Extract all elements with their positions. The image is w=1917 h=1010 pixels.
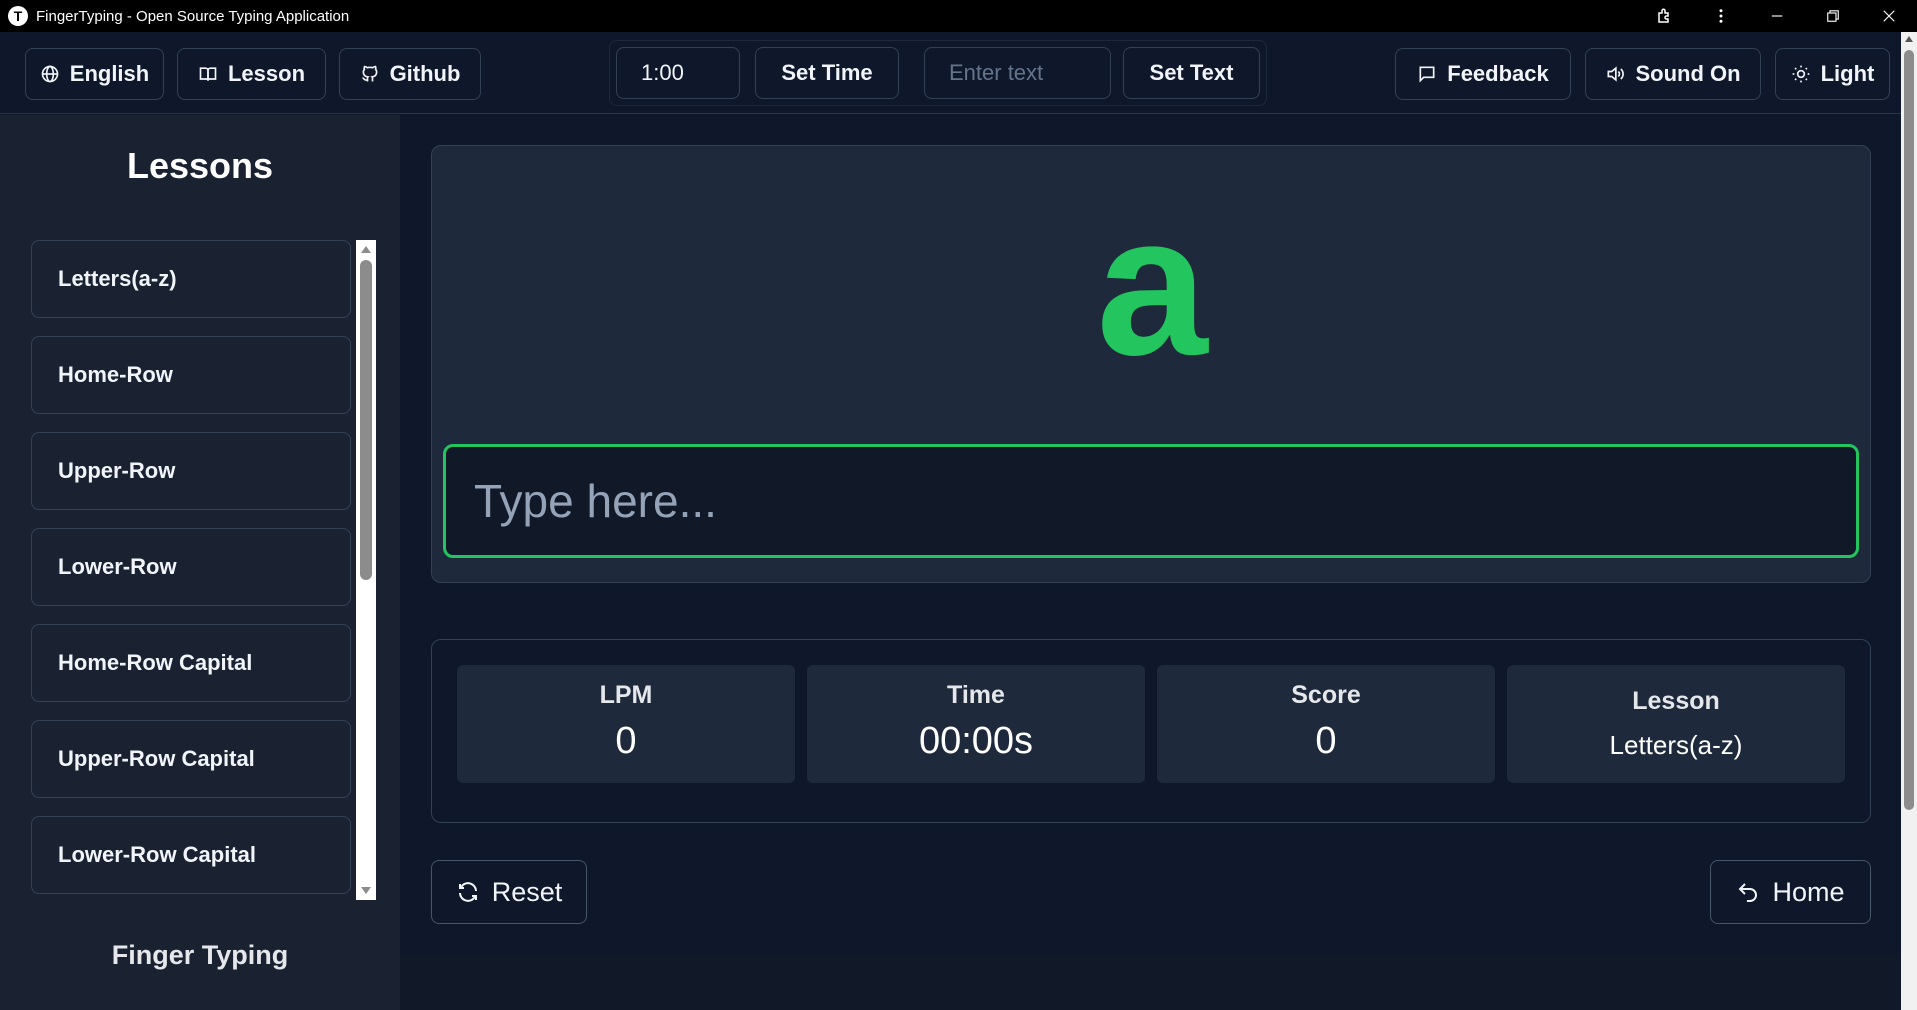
- sidebar-footer: Finger Typing: [111, 940, 289, 970]
- lesson-item-lower-row-capital[interactable]: Lower-Row Capital: [31, 816, 351, 894]
- refresh-icon: [458, 882, 477, 902]
- lesson-item-letters[interactable]: Letters(a-z): [31, 240, 351, 318]
- lesson-item-home-row-capital[interactable]: Home-Row Capital: [31, 624, 351, 702]
- github-icon: [361, 65, 378, 82]
- message-icon: [1419, 66, 1435, 83]
- lesson-list: Letters(a-z) Home-Row Upper-Row Lower-Ro…: [31, 240, 351, 900]
- custom-text-input[interactable]: Enter text: [924, 47, 1111, 99]
- globe-icon: [41, 65, 59, 83]
- set-text-button[interactable]: Set Text: [1123, 47, 1260, 99]
- scroll-up-arrow-icon[interactable]: [361, 246, 371, 253]
- stat-score-label: Score: [1291, 681, 1361, 709]
- stat-score-value: 0: [1315, 720, 1337, 762]
- app-logo-icon: T: [8, 6, 28, 26]
- sun-icon: [1792, 65, 1809, 83]
- scrollbar-thumb[interactable]: [360, 260, 372, 580]
- page-scrollbar-thumb[interactable]: [1904, 50, 1914, 810]
- lesson-item-upper-row-capital[interactable]: Upper-Row Capital: [31, 720, 351, 798]
- custom-settings-group: 1:00 Set Time Enter text Set Text: [609, 40, 1267, 106]
- sidebar-title: Lessons: [126, 145, 274, 186]
- bottom-strip: [400, 955, 1901, 1010]
- lessons-sidebar: Lessons Letters(a-z) Home-Row Upper-Row …: [0, 115, 400, 1010]
- set-time-label: Set Time: [781, 60, 873, 85]
- sound-label: Sound On: [1635, 61, 1741, 86]
- feedback-label: Feedback: [1447, 61, 1549, 86]
- stat-lesson-value: Letters(a-z): [1609, 730, 1743, 760]
- window-title: FingerTyping - Open Source Typing Applic…: [36, 7, 350, 25]
- book-icon: [199, 67, 217, 81]
- scroll-down-arrow-icon[interactable]: [361, 887, 371, 894]
- stat-lpm-label: LPM: [599, 681, 653, 709]
- language-button[interactable]: English: [25, 48, 164, 100]
- lesson-item-home-row[interactable]: Home-Row: [31, 336, 351, 414]
- time-input[interactable]: 1:00: [616, 47, 740, 99]
- close-icon[interactable]: [1861, 0, 1917, 32]
- return-arrow-icon: [1739, 883, 1758, 902]
- set-time-button[interactable]: Set Time: [755, 47, 899, 99]
- reset-button[interactable]: Reset: [431, 860, 587, 924]
- more-options-icon[interactable]: [1693, 0, 1749, 32]
- sound-toggle-button[interactable]: Sound On: [1585, 48, 1761, 100]
- lesson-item-upper-row[interactable]: Upper-Row: [31, 432, 351, 510]
- feedback-button[interactable]: Feedback: [1395, 48, 1571, 100]
- theme-label: Light: [1820, 61, 1875, 86]
- lesson-list-scrollbar[interactable]: [356, 240, 376, 900]
- github-label: Github: [389, 61, 461, 86]
- stat-lpm: LPM 0: [457, 665, 795, 783]
- page-scroll-up-icon[interactable]: [1905, 36, 1913, 42]
- page-scrollbar[interactable]: [1901, 32, 1917, 1010]
- current-character: a: [1096, 174, 1208, 397]
- theme-toggle-button[interactable]: Light: [1775, 48, 1890, 100]
- reset-label: Reset: [491, 876, 563, 907]
- stat-lpm-value: 0: [615, 720, 637, 762]
- lesson-label: Lesson: [227, 61, 306, 86]
- speaker-icon: [1607, 66, 1625, 82]
- top-toolbar: English Lesson Github 1:00 Set Time Ente…: [0, 32, 1901, 114]
- lesson-item-lower-row[interactable]: Lower-Row: [31, 528, 351, 606]
- restore-icon[interactable]: [1805, 0, 1861, 32]
- stats-panel: LPM 0 Time 00:00s Score 0 Lesson Letters…: [431, 639, 1871, 823]
- extensions-icon[interactable]: [1637, 0, 1693, 32]
- set-text-label: Set Text: [1149, 60, 1234, 85]
- minimize-icon[interactable]: [1749, 0, 1805, 32]
- language-label: English: [69, 61, 150, 86]
- github-button[interactable]: Github: [339, 48, 481, 100]
- stat-lesson-label: Lesson: [1632, 687, 1720, 715]
- stat-time: Time 00:00s: [807, 665, 1145, 783]
- stat-time-value: 00:00s: [918, 720, 1034, 762]
- title-bar: T FingerTyping - Open Source Typing Appl…: [0, 0, 1917, 32]
- home-label: Home: [1772, 876, 1845, 907]
- typing-card: a: [431, 145, 1871, 583]
- main-content: a LPM 0 Time 00:00s Score 0 Lesson Lette…: [400, 115, 1901, 955]
- lesson-button[interactable]: Lesson: [177, 48, 326, 100]
- stat-time-label: Time: [947, 681, 1005, 709]
- stat-lesson: Lesson Letters(a-z): [1507, 665, 1845, 783]
- stat-score: Score 0: [1157, 665, 1495, 783]
- typing-input[interactable]: [443, 444, 1859, 558]
- home-button[interactable]: Home: [1710, 860, 1871, 924]
